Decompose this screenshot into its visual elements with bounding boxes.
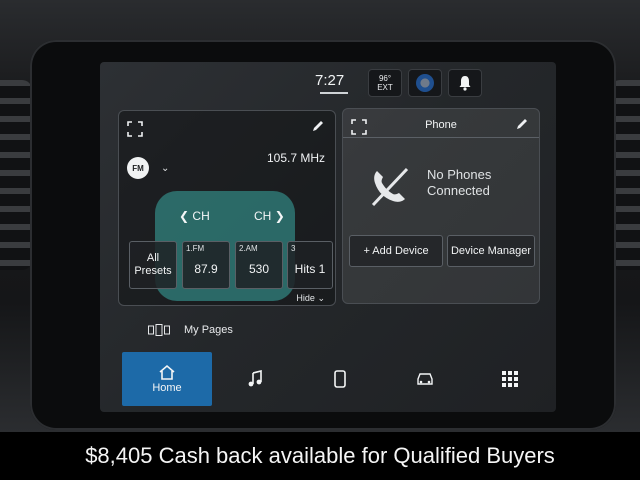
car-icon [416,373,433,385]
phone-title: Phone [425,119,457,131]
band-badge[interactable]: FM [127,157,149,179]
channel-down-button[interactable]: ❮ CH [179,209,210,223]
home-icon [159,364,175,380]
channel-down-label: CH [192,209,210,223]
notifications-button[interactable] [448,69,482,97]
phone-disconnected-icon [371,167,409,207]
preset-value: 87.9 [194,262,218,276]
apps-grid-icon [501,371,518,387]
preset-value: 530 [248,262,270,276]
phone-status: No Phones Connected [427,167,491,199]
clock: 7:27 [315,72,345,89]
bell-icon [459,76,471,91]
clock-underline [320,92,348,94]
my-pages-link[interactable]: My Pages [148,324,233,336]
phone-status-line1: No Phones [427,167,492,182]
frequency-readout: 105.7 MHz [266,151,325,165]
phone-status-line2: Connected [427,183,490,198]
all-presets-line1: All [146,252,160,264]
infotainment-screen: 7:27 96° EXT FM ⌄ 105.7 MHz ❮ CH CH ❯ Al… [100,62,556,412]
nav-apps[interactable] [467,352,552,406]
chevron-down-icon[interactable]: ⌄ [161,163,169,174]
temperature-chip[interactable]: 96° EXT [368,69,402,97]
device-manager-button[interactable]: Device Manager [447,235,535,267]
channel-up-button[interactable]: CH ❯ [254,209,285,223]
channel-up-label: CH [254,209,272,223]
hide-presets-button[interactable]: Hide ⌄ [296,293,325,304]
assistant-button[interactable] [408,69,442,97]
radio-widget[interactable]: FM ⌄ 105.7 MHz ❮ CH CH ❯ All Presets 1.F… [118,110,336,306]
hide-label: Hide [296,293,315,303]
bottom-nav: Home [122,352,552,406]
phone-widget[interactable]: Phone No Phones Connected + Add Device D… [342,108,540,304]
status-bar: 7:27 96° EXT [100,62,556,104]
add-device-button[interactable]: + Add Device [349,235,443,267]
smartphone-icon [333,370,346,388]
nav-vehicle[interactable] [382,352,467,406]
temperature-label: EXT [377,83,393,92]
preset-number: 1.FM [186,244,205,253]
nav-home[interactable]: Home [122,352,212,406]
pages-icon [148,324,170,336]
car-dashboard: 7:27 96° EXT FM ⌄ 105.7 MHz ❮ CH CH ❯ Al… [0,0,640,432]
preset-2-button[interactable]: 2.AM 530 [235,241,283,289]
preset-row: All Presets 1.FM 87.9 2.AM 530 3 Hits 1 [129,241,333,289]
all-presets-line2: Presets [134,265,172,277]
temperature-value: 96° [378,74,392,83]
edit-icon[interactable] [311,119,325,133]
preset-value: Hits 1 [294,262,326,276]
all-presets-button[interactable]: All Presets [129,241,177,289]
nav-home-label: Home [152,382,182,394]
phone-divider [343,137,539,138]
preset-3-button[interactable]: 3 Hits 1 [287,241,333,289]
preset-number: 3 [291,244,296,253]
preset-number: 2.AM [239,244,258,253]
nav-media[interactable] [212,352,297,406]
music-note-icon [248,370,262,387]
chevron-right-icon: ❯ [274,209,285,223]
expand-icon[interactable] [127,121,143,137]
nav-phone[interactable] [297,352,382,406]
chevron-down-icon: ⌄ [317,293,325,303]
air-vent-left [0,80,32,270]
chevron-left-icon: ❮ [179,209,190,223]
promo-caption: $8,405 Cash back available for Qualified… [0,432,640,480]
edit-icon[interactable] [515,117,529,131]
assistant-icon [416,74,434,92]
my-pages-label: My Pages [184,324,233,336]
preset-1-button[interactable]: 1.FM 87.9 [182,241,230,289]
